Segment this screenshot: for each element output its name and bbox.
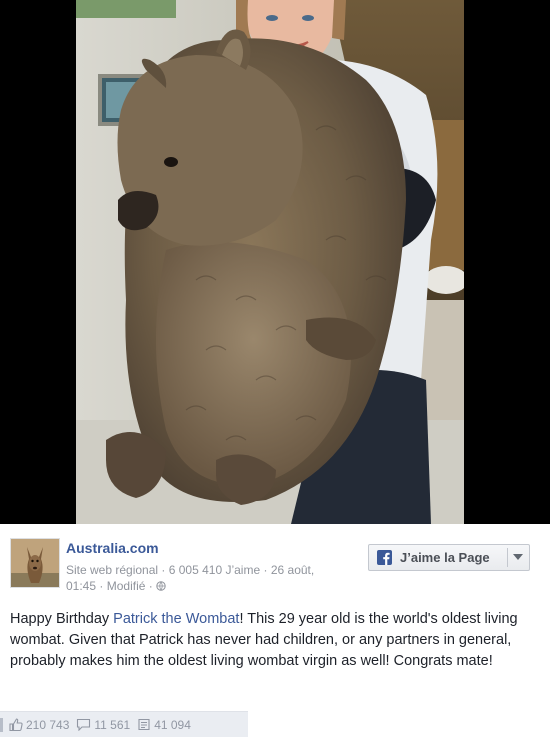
chevron-down-icon[interactable]	[513, 554, 523, 560]
likes-count: 210 743	[26, 717, 70, 732]
stats-bar-edge	[0, 717, 3, 732]
page-category: Site web régional	[66, 563, 159, 577]
shares-stat[interactable]: 41 094	[137, 718, 191, 732]
wombat-photo-illustration	[76, 0, 464, 524]
post-photo-area	[0, 0, 550, 524]
post-modified[interactable]: Modifié	[107, 579, 146, 593]
share-icon	[138, 718, 150, 731]
kangaroo-avatar-image	[11, 539, 59, 587]
post-text-intro: Happy Birthday	[10, 611, 114, 627]
like-page-label: J’aime la Page	[400, 550, 490, 565]
post-header: Australia.com Site web régional · 6 005 …	[0, 524, 550, 598]
shares-count: 41 094	[154, 717, 191, 732]
thumbs-up-icon	[9, 718, 23, 731]
comment-icon	[77, 718, 91, 731]
comments-stat[interactable]: 11 561	[76, 718, 130, 732]
like-page-button[interactable]: J’aime la Page	[368, 544, 530, 571]
patrick-wombat-link[interactable]: Patrick the Wombat	[113, 611, 239, 627]
post-photo[interactable]	[76, 0, 464, 524]
likes-stat[interactable]: 210 743	[0, 717, 70, 732]
page-likes-count[interactable]: 6 005 410 J’aime	[169, 563, 260, 577]
post-message: Happy Birthday Patrick the Wombat! This …	[10, 609, 540, 672]
facebook-logo-icon	[377, 550, 392, 565]
post-stats-bar: 210 743 11 561 41 094	[0, 711, 248, 737]
button-divider	[507, 548, 508, 567]
page-name-link[interactable]: Australia.com	[66, 540, 159, 556]
post-meta: Site web régional · 6 005 410 J’aime · 2…	[66, 563, 315, 593]
comments-count: 11 561	[94, 717, 131, 732]
globe-icon[interactable]	[156, 579, 166, 591]
page-avatar[interactable]	[10, 538, 60, 588]
